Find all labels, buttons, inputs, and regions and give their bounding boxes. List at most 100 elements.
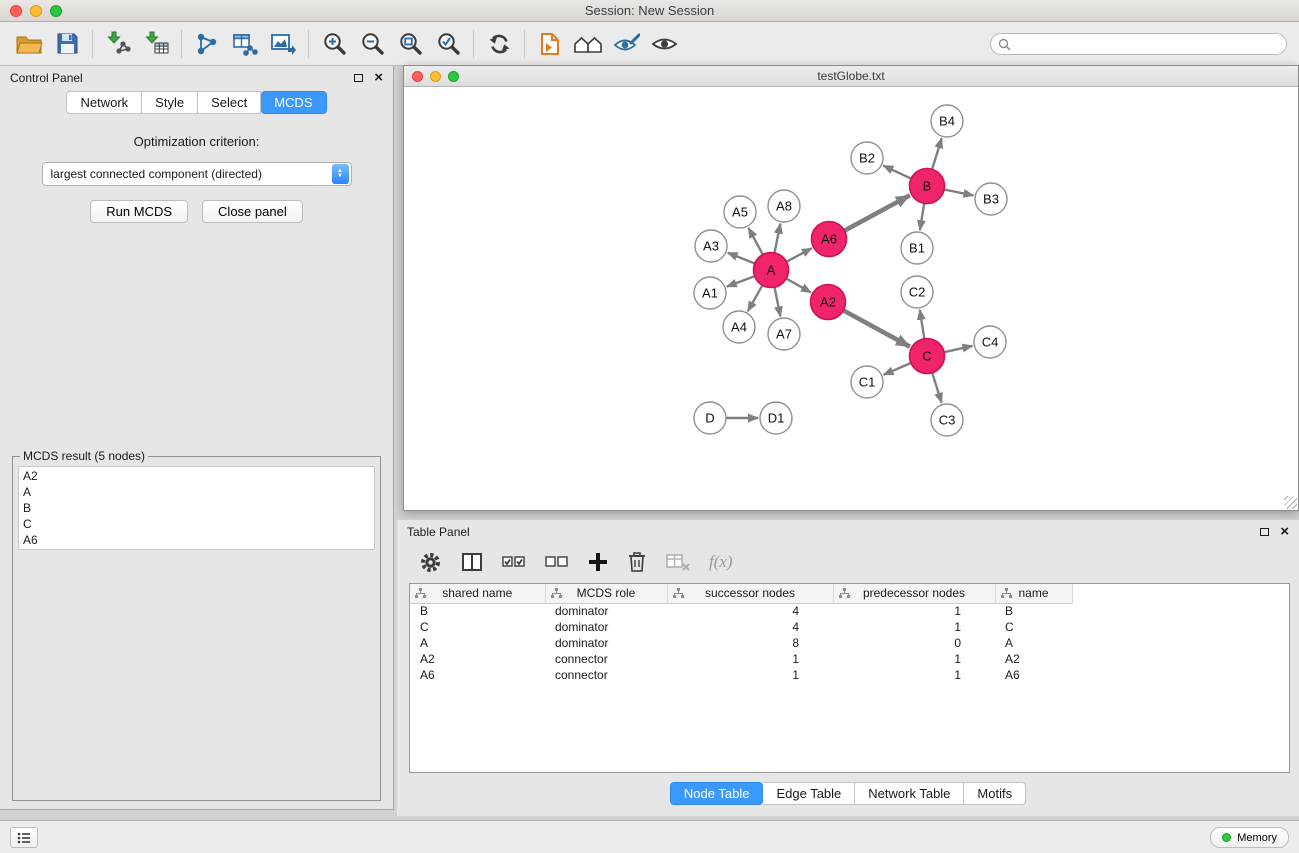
table-cell[interactable]: 1: [667, 667, 833, 683]
table-cell[interactable]: A: [995, 635, 1072, 651]
minimize-window-button[interactable]: [30, 5, 42, 17]
graph-edge-A-A7[interactable]: [775, 287, 781, 316]
search-input[interactable]: [990, 33, 1287, 55]
close-panel-icon[interactable]: ×: [374, 73, 383, 83]
result-item[interactable]: C: [23, 516, 370, 532]
delete-column-button[interactable]: [627, 548, 647, 576]
graph-node-D1[interactable]: D1: [760, 402, 792, 434]
open-session-button[interactable]: [10, 27, 48, 61]
tab-style[interactable]: Style: [142, 91, 198, 114]
table-cell[interactable]: 4: [667, 603, 833, 619]
column-header-shared-name[interactable]: shared name: [410, 584, 545, 603]
table-cell[interactable]: dominator: [545, 619, 667, 635]
table-row[interactable]: Bdominator41B: [410, 603, 1072, 619]
import-table-button[interactable]: [137, 27, 175, 61]
tab-edge-table[interactable]: Edge Table: [763, 782, 855, 805]
graph-node-B3[interactable]: B3: [975, 183, 1007, 215]
graph-node-C2[interactable]: C2: [901, 276, 933, 308]
close-network-window-button[interactable]: [412, 71, 423, 82]
table-cell[interactable]: connector: [545, 667, 667, 683]
optimization-criterion-dropdown[interactable]: largest connected component (directed) ▲…: [42, 162, 352, 186]
float-panel-icon[interactable]: [354, 74, 363, 82]
graph-node-A2[interactable]: A2: [811, 285, 846, 320]
tab-network[interactable]: Network: [66, 91, 142, 114]
graph-node-A6[interactable]: A6: [812, 222, 847, 257]
table-cell[interactable]: connector: [545, 651, 667, 667]
new-network-from-table-button[interactable]: [226, 27, 264, 61]
zoom-network-window-button[interactable]: [448, 71, 459, 82]
graph-edge-A-A5[interactable]: [749, 228, 763, 255]
table-cell[interactable]: C: [995, 619, 1072, 635]
table-cell[interactable]: B: [995, 603, 1072, 619]
graph-edge-A6-B[interactable]: [844, 195, 909, 230]
graph-node-C1[interactable]: C1: [851, 366, 883, 398]
table-row[interactable]: Adominator80A: [410, 635, 1072, 651]
zoom-in-button[interactable]: [315, 27, 353, 61]
resize-grip[interactable]: [1284, 496, 1297, 509]
table-row[interactable]: A6connector11A6: [410, 667, 1072, 683]
hide-graphics-details-button[interactable]: [607, 27, 645, 61]
table-cell[interactable]: dominator: [545, 603, 667, 619]
table-cell[interactable]: 4: [667, 619, 833, 635]
zoom-out-button[interactable]: [353, 27, 391, 61]
graph-node-D[interactable]: D: [694, 402, 726, 434]
graph-node-B1[interactable]: B1: [901, 232, 933, 264]
graph-edge-A-A4[interactable]: [748, 285, 763, 311]
graph-node-C[interactable]: C: [910, 339, 945, 374]
table-cell[interactable]: 1: [833, 651, 995, 667]
graph-edge-B-B4[interactable]: [932, 138, 942, 169]
table-cell[interactable]: B: [410, 603, 545, 619]
network-canvas[interactable]: B4B2BB3A5A8A6B1A3AC2A1A2A4A7C4CC1C3DD1: [404, 87, 1298, 510]
graph-edge-A-A8[interactable]: [775, 224, 781, 253]
table-cell[interactable]: 0: [833, 635, 995, 651]
column-header-MCDS-role[interactable]: MCDS role: [545, 584, 667, 603]
table-cell[interactable]: A6: [410, 667, 545, 683]
tab-select[interactable]: Select: [198, 91, 261, 114]
result-item[interactable]: A: [23, 484, 370, 500]
graph-node-A5[interactable]: A5: [724, 196, 756, 228]
delete-table-button[interactable]: [666, 548, 690, 576]
tab-node-table[interactable]: Node Table: [670, 782, 764, 805]
graph-node-A3[interactable]: A3: [695, 230, 727, 262]
select-all-button[interactable]: [502, 548, 526, 576]
graph-node-B4[interactable]: B4: [931, 105, 963, 137]
graph-node-A8[interactable]: A8: [768, 190, 800, 222]
table-cell[interactable]: 1: [833, 667, 995, 683]
show-columns-button[interactable]: [461, 548, 483, 576]
graph-edge-A2-C[interactable]: [843, 310, 910, 346]
float-table-panel-icon[interactable]: [1260, 528, 1269, 536]
zoom-fit-button[interactable]: [391, 27, 429, 61]
zoom-selected-button[interactable]: [429, 27, 467, 61]
graph-node-A1[interactable]: A1: [694, 277, 726, 309]
graph-edge-A-A3[interactable]: [728, 253, 755, 264]
graph-node-A4[interactable]: A4: [723, 311, 755, 343]
table-cell[interactable]: 1: [833, 603, 995, 619]
graph-node-A7[interactable]: A7: [768, 318, 800, 350]
graph-edge-C-C4[interactable]: [944, 346, 972, 352]
save-session-button[interactable]: [48, 27, 86, 61]
tab-motifs[interactable]: Motifs: [964, 782, 1026, 805]
graph-edge-A-A1[interactable]: [727, 276, 755, 286]
close-panel-button[interactable]: Close panel: [202, 200, 303, 223]
task-history-button[interactable]: [10, 827, 38, 848]
graph-edge-B-B2[interactable]: [883, 166, 911, 179]
new-network-button[interactable]: [188, 27, 226, 61]
table-cell[interactable]: dominator: [545, 635, 667, 651]
table-cell[interactable]: A: [410, 635, 545, 651]
table-cell[interactable]: C: [410, 619, 545, 635]
close-window-button[interactable]: [10, 5, 22, 17]
new-column-button[interactable]: [588, 548, 608, 576]
graph-node-B2[interactable]: B2: [851, 142, 883, 174]
graph-edge-B-B1[interactable]: [920, 203, 924, 230]
graph-edge-B-B3[interactable]: [944, 190, 973, 196]
table-row[interactable]: A2connector11A2: [410, 651, 1072, 667]
table-cell[interactable]: A6: [995, 667, 1072, 683]
column-header-name[interactable]: name: [995, 584, 1072, 603]
graph-edge-A-A6[interactable]: [786, 248, 811, 262]
graph-edge-C-C2[interactable]: [920, 310, 925, 339]
graph-node-C4[interactable]: C4: [974, 326, 1006, 358]
table-cell[interactable]: 1: [833, 619, 995, 635]
table-cell[interactable]: 1: [667, 651, 833, 667]
table-settings-button[interactable]: [419, 548, 442, 576]
tab-network-table[interactable]: Network Table: [855, 782, 964, 805]
